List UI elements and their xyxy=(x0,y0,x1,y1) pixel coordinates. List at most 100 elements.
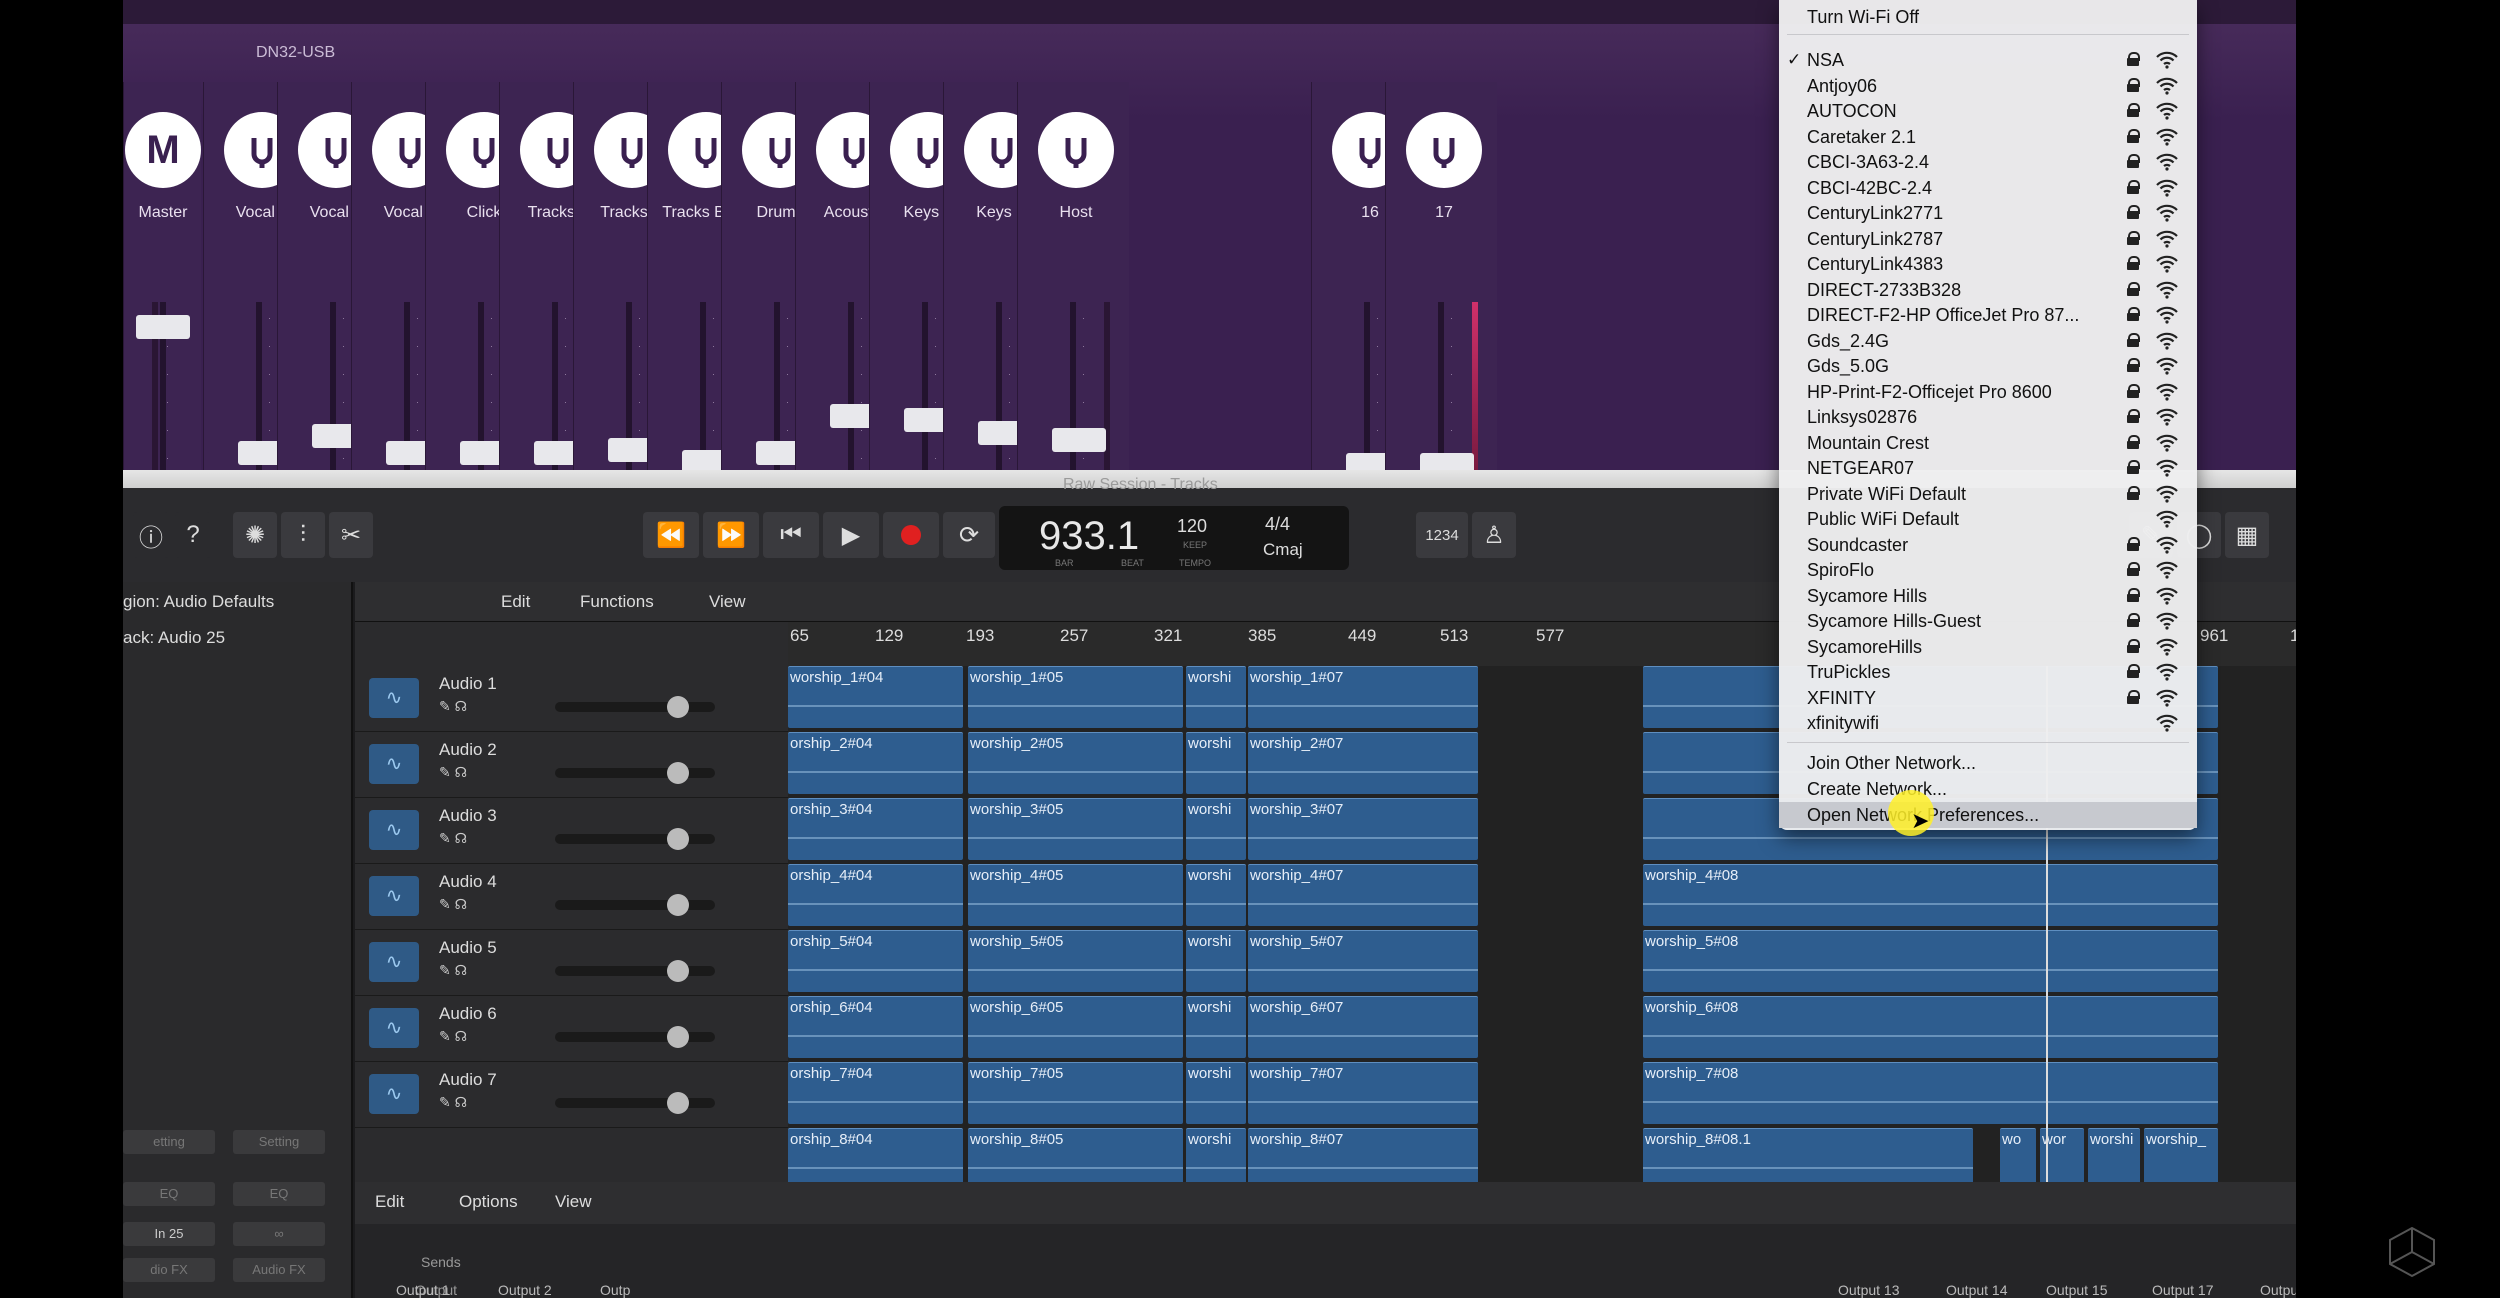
audio-region[interactable]: worship_ xyxy=(2144,1128,2218,1190)
inspector-region[interactable]: gion: Audio Defaults xyxy=(123,592,274,612)
audio-region[interactable]: worshi xyxy=(1186,1128,1246,1190)
join-other-network-item[interactable]: Join Other Network... xyxy=(1779,750,2197,776)
audio-region[interactable]: worship_8#08.1 xyxy=(1643,1128,1973,1190)
functions-menu[interactable]: Functions xyxy=(580,592,654,612)
audio-region[interactable]: worshi xyxy=(1186,1062,1246,1124)
audio-region[interactable]: worship_3#05 xyxy=(968,798,1183,860)
audio-region[interactable]: worship_4#07 xyxy=(1248,864,1478,926)
wifi-network-item[interactable]: CBCI-42BC-2.4 xyxy=(1779,175,2197,201)
wifi-network-item[interactable]: Mountain Crest xyxy=(1779,430,2197,456)
wifi-network-item[interactable]: XFINITY xyxy=(1779,685,2197,711)
audio-region[interactable]: worship_6#08 xyxy=(1643,996,2218,1058)
audio-region[interactable]: worshi xyxy=(1186,864,1246,926)
open-network-preferences-item[interactable]: Open Network Preferences... xyxy=(1779,802,2197,828)
output-slot[interactable]: Output 15 xyxy=(2046,1282,2108,1298)
mute-headphones-icon[interactable]: ✎ ☊ xyxy=(439,698,467,715)
info-button[interactable]: ⓘ xyxy=(133,512,169,558)
wifi-network-item[interactable]: TruPickles xyxy=(1779,659,2197,685)
wifi-network-item[interactable]: Sycamore Hills xyxy=(1779,583,2197,609)
edit-menu[interactable]: Edit xyxy=(501,592,530,612)
wifi-network-item[interactable]: SycamoreHills xyxy=(1779,634,2197,660)
wifi-network-item[interactable]: HP-Print-F2-Officejet Pro 8600 xyxy=(1779,379,2197,405)
cycle-button[interactable]: ⟳ xyxy=(943,512,995,558)
bottom-edit-menu[interactable]: Edit xyxy=(375,1192,404,1212)
wifi-network-item[interactable]: Gds_5.0G xyxy=(1779,353,2197,379)
mute-headphones-icon[interactable]: ✎ ☊ xyxy=(439,962,467,979)
output-slot[interactable]: Output 16 xyxy=(2260,1282,2296,1298)
view-menu[interactable]: View xyxy=(709,592,746,612)
play-button[interactable]: ▶ xyxy=(823,512,879,558)
wifi-network-item[interactable]: Gds_2.4G xyxy=(1779,328,2197,354)
output-slot[interactable]: Outp xyxy=(600,1282,630,1298)
inspector-eq-left[interactable]: EQ xyxy=(123,1182,215,1206)
inspector-setting-right[interactable]: Setting xyxy=(233,1130,325,1154)
wifi-network-item[interactable]: Soundcaster xyxy=(1779,532,2197,558)
track-header[interactable]: ∿ Audio 7 ✎ ☊ xyxy=(355,1062,788,1128)
browser-button[interactable]: ▦ xyxy=(2225,512,2269,558)
audio-region[interactable]: worship_6#05 xyxy=(968,996,1183,1058)
audio-region[interactable]: worship_5#07 xyxy=(1248,930,1478,992)
link-icon[interactable]: ∞ xyxy=(233,1222,325,1246)
inspector-input[interactable]: In 25 xyxy=(123,1222,215,1246)
mute-headphones-icon[interactable]: ✎ ☊ xyxy=(439,764,467,781)
wifi-network-item[interactable]: CenturyLink2771 xyxy=(1779,200,2197,226)
track-header[interactable]: ∿ Audio 5 ✎ ☊ xyxy=(355,930,788,996)
audio-region[interactable]: worship_2#07 xyxy=(1248,732,1478,794)
audio-region[interactable]: worship_3#07 xyxy=(1248,798,1478,860)
audio-region[interactable]: orship_5#04 xyxy=(788,930,963,992)
track-header[interactable]: ∿ Audio 4 ✎ ☊ xyxy=(355,864,788,930)
wifi-network-item[interactable]: CBCI-3A63-2.4 xyxy=(1779,149,2197,175)
audio-region[interactable]: worshi xyxy=(1186,930,1246,992)
audio-region[interactable]: orship_8#04 xyxy=(788,1128,963,1190)
mixer-button[interactable]: ⫶ xyxy=(281,512,325,558)
wifi-network-item[interactable]: NETGEAR07 xyxy=(1779,455,2197,481)
inspector-fx-left[interactable]: dio FX xyxy=(123,1258,215,1282)
inspector-fx-right[interactable]: Audio FX xyxy=(233,1258,325,1282)
mute-headphones-icon[interactable]: ✎ ☊ xyxy=(439,1028,467,1045)
output-slot[interactable]: Output 2 xyxy=(498,1282,552,1298)
track-volume-knob[interactable] xyxy=(667,696,689,718)
wifi-network-item[interactable]: Public WiFi Default xyxy=(1779,506,2197,532)
output-slot[interactable]: Output 1 xyxy=(396,1282,450,1298)
volume-fader-cap[interactable] xyxy=(1052,427,1106,452)
output-slot[interactable]: Output 13 xyxy=(1838,1282,1900,1298)
track-header[interactable]: ∿ Audio 1 ✎ ☊ xyxy=(355,666,788,732)
track-volume-knob[interactable] xyxy=(667,960,689,982)
record-button[interactable] xyxy=(883,512,939,558)
audio-region[interactable]: worship_5#08 xyxy=(1643,930,2218,992)
audio-region[interactable]: worship_8#07 xyxy=(1248,1128,1478,1190)
audio-region[interactable]: worshi xyxy=(2088,1128,2140,1190)
wifi-network-item[interactable]: NSA ✓ xyxy=(1779,47,2197,73)
audio-region[interactable]: worship_8#05 xyxy=(968,1128,1183,1190)
wifi-network-item[interactable]: CenturyLink4383 xyxy=(1779,251,2197,277)
bottom-options-menu[interactable]: Options xyxy=(459,1192,518,1212)
audio-region[interactable]: worship_7#08 xyxy=(1643,1062,2218,1124)
track-volume-slider[interactable] xyxy=(555,966,715,976)
audio-region[interactable]: worship_2#05 xyxy=(968,732,1183,794)
track-header[interactable]: ∿ Audio 6 ✎ ☊ xyxy=(355,996,788,1062)
audio-region[interactable]: orship_2#04 xyxy=(788,732,963,794)
audio-region[interactable]: worshi xyxy=(1186,666,1246,728)
create-network-item[interactable]: Create Network... xyxy=(1779,776,2197,802)
mute-headphones-icon[interactable]: ✎ ☊ xyxy=(439,830,467,847)
master-icon[interactable]: M xyxy=(125,112,201,188)
output-slot[interactable]: Output 17 xyxy=(2152,1282,2214,1298)
audio-region[interactable]: worshi xyxy=(1186,996,1246,1058)
help-button[interactable]: ? xyxy=(175,512,211,558)
audio-region[interactable]: worship_5#05 xyxy=(968,930,1183,992)
audio-region[interactable]: worship_1#07 xyxy=(1248,666,1478,728)
track-volume-slider[interactable] xyxy=(555,900,715,910)
smart-controls-button[interactable]: ✺ xyxy=(233,512,277,558)
audio-region[interactable]: worship_1#05 xyxy=(968,666,1183,728)
audio-region[interactable]: worship_6#07 xyxy=(1248,996,1478,1058)
audio-region[interactable]: orship_6#04 xyxy=(788,996,963,1058)
wifi-network-item[interactable]: Linksys02876 xyxy=(1779,404,2197,430)
inspector-eq-right[interactable]: EQ xyxy=(233,1182,325,1206)
track-volume-slider[interactable] xyxy=(555,702,715,712)
track-volume-knob[interactable] xyxy=(667,894,689,916)
audio-region[interactable]: worshi xyxy=(1186,732,1246,794)
audio-region[interactable]: orship_3#04 xyxy=(788,798,963,860)
track-volume-knob[interactable] xyxy=(667,1092,689,1114)
track-volume-knob[interactable] xyxy=(667,762,689,784)
track-volume-slider[interactable] xyxy=(555,1098,715,1108)
